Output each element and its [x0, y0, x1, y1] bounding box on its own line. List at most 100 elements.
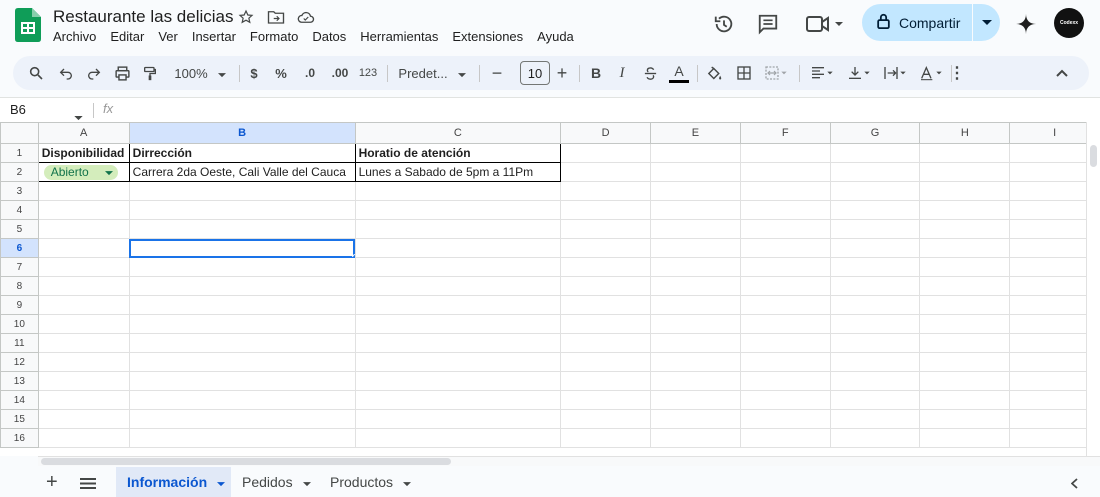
- cell[interactable]: [354, 181, 562, 201]
- cell[interactable]: [919, 428, 1011, 448]
- undo-icon[interactable]: [55, 56, 77, 90]
- cell[interactable]: [354, 200, 562, 220]
- cell[interactable]: [128, 333, 356, 353]
- cell[interactable]: [128, 409, 356, 429]
- cell[interactable]: [649, 181, 741, 201]
- cell[interactable]: [919, 333, 1011, 353]
- name-box[interactable]: B6: [10, 102, 26, 117]
- horizontal-scrollbar[interactable]: [38, 456, 1100, 466]
- decrease-decimal-button[interactable]: .0: [299, 56, 321, 90]
- cell[interactable]: [560, 390, 651, 410]
- status-dropdown-chip[interactable]: Abierto: [43, 164, 118, 180]
- cell[interactable]: [560, 333, 651, 353]
- cell[interactable]: [739, 257, 831, 277]
- cell[interactable]: [649, 219, 741, 239]
- cell[interactable]: [128, 371, 356, 391]
- vertical-align-icon[interactable]: [843, 56, 875, 90]
- font-select[interactable]: Predet...: [395, 56, 469, 90]
- cell[interactable]: [829, 295, 921, 315]
- vertical-scrollbar[interactable]: [1086, 122, 1100, 456]
- cell[interactable]: [649, 390, 741, 410]
- sidebar-expand-icon[interactable]: [1070, 476, 1078, 494]
- cell[interactable]: [354, 352, 562, 372]
- cell[interactable]: [560, 371, 651, 391]
- cell[interactable]: [649, 352, 741, 372]
- cell-c1[interactable]: Horatio de atención: [354, 143, 562, 163]
- cell[interactable]: [649, 409, 741, 429]
- cell-a1[interactable]: Disponibilidad: [37, 143, 130, 163]
- cell[interactable]: [829, 200, 921, 220]
- cell[interactable]: [560, 314, 651, 334]
- horizontal-align-icon[interactable]: [805, 56, 839, 90]
- cell[interactable]: [128, 257, 356, 277]
- column-header-a[interactable]: A: [37, 122, 130, 144]
- row-header[interactable]: 16: [0, 428, 39, 448]
- avatar[interactable]: Codexx: [1054, 8, 1084, 38]
- cell[interactable]: [354, 333, 562, 353]
- cell[interactable]: [649, 314, 741, 334]
- menu-ayuda[interactable]: Ayuda: [537, 29, 581, 44]
- cell[interactable]: [37, 200, 130, 220]
- cell[interactable]: [829, 352, 921, 372]
- fill-color-icon[interactable]: [703, 56, 725, 90]
- cell[interactable]: [649, 162, 741, 182]
- column-header-h[interactable]: H: [919, 122, 1011, 144]
- cell[interactable]: [37, 333, 130, 353]
- share-main[interactable]: Compartir: [862, 4, 972, 41]
- cell[interactable]: [354, 276, 562, 296]
- cell[interactable]: [829, 181, 921, 201]
- share-button[interactable]: Compartir: [862, 4, 1000, 41]
- cell[interactable]: [354, 257, 562, 277]
- cell[interactable]: [649, 143, 741, 163]
- cell[interactable]: [37, 314, 130, 334]
- cell[interactable]: [829, 257, 921, 277]
- redo-icon[interactable]: [83, 56, 105, 90]
- cell[interactable]: [37, 276, 130, 296]
- cell[interactable]: [739, 219, 831, 239]
- cell[interactable]: [739, 162, 831, 182]
- cell-c2[interactable]: Lunes a Sabado de 5pm a 11Pm: [354, 162, 562, 182]
- row-header[interactable]: 14: [0, 390, 39, 410]
- column-header-b[interactable]: B: [128, 122, 356, 144]
- cloud-saved-icon[interactable]: [296, 8, 316, 26]
- cell[interactable]: [919, 409, 1011, 429]
- cell[interactable]: [354, 428, 562, 448]
- row-header[interactable]: 15: [0, 409, 39, 429]
- zoom-select[interactable]: 100%: [170, 56, 230, 90]
- cell[interactable]: [37, 181, 130, 201]
- cell[interactable]: [128, 276, 356, 296]
- cell[interactable]: [354, 295, 562, 315]
- percent-button[interactable]: %: [271, 56, 291, 90]
- text-color-button[interactable]: A: [667, 56, 691, 90]
- cell[interactable]: [128, 390, 356, 410]
- cell[interactable]: [739, 409, 831, 429]
- comments-icon[interactable]: [756, 12, 780, 36]
- fill-handle[interactable]: [351, 254, 355, 257]
- cell[interactable]: [560, 162, 651, 182]
- cell[interactable]: [919, 200, 1011, 220]
- cell[interactable]: [649, 333, 741, 353]
- menu-extensiones[interactable]: Extensiones: [452, 29, 530, 44]
- cell[interactable]: [37, 238, 130, 258]
- cell[interactable]: [354, 314, 562, 334]
- cell[interactable]: [560, 181, 651, 201]
- paint-format-icon[interactable]: [139, 56, 161, 90]
- cell[interactable]: [560, 238, 651, 258]
- menu-archivo[interactable]: Archivo: [53, 29, 103, 44]
- column-header-d[interactable]: D: [560, 122, 651, 144]
- row-header-selected[interactable]: 6: [0, 238, 39, 258]
- row-header[interactable]: 1: [0, 143, 39, 163]
- horizontal-scroll-thumb[interactable]: [41, 458, 451, 465]
- cell[interactable]: [739, 314, 831, 334]
- cell[interactable]: [354, 409, 562, 429]
- sheet-tab-productos[interactable]: Productos: [319, 467, 419, 497]
- cell[interactable]: [829, 314, 921, 334]
- row-header[interactable]: 4: [0, 200, 39, 220]
- menu-editar[interactable]: Editar: [110, 29, 151, 44]
- strikethrough-icon[interactable]: [640, 56, 660, 90]
- cell-b1[interactable]: Dirrección: [128, 143, 356, 163]
- row-header[interactable]: 11: [0, 333, 39, 353]
- cell[interactable]: [649, 238, 741, 258]
- sheets-logo-icon[interactable]: [15, 8, 41, 42]
- all-sheets-icon[interactable]: [80, 476, 96, 494]
